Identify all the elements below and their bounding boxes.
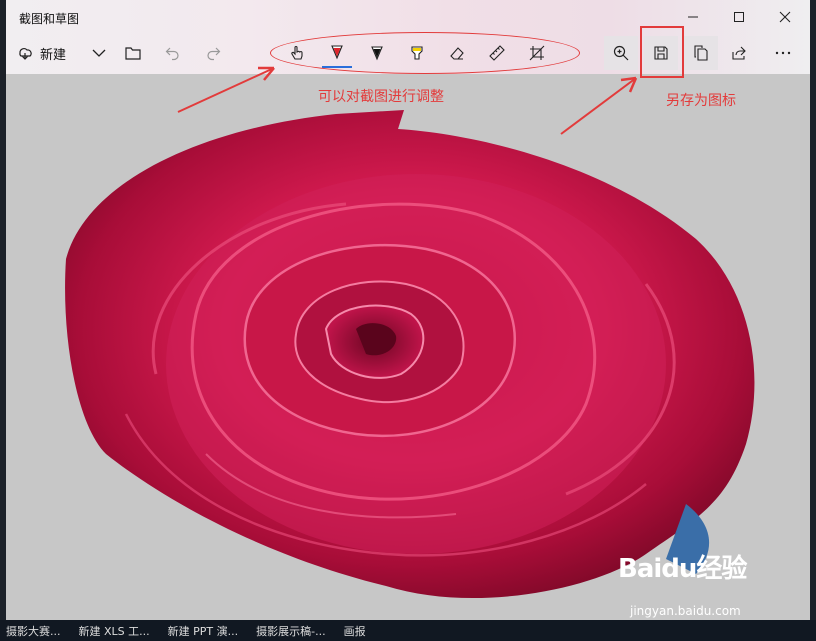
taskbar-item[interactable]: 画报 bbox=[344, 623, 366, 639]
watermark-brand: Baidu经验 bbox=[618, 554, 747, 584]
watermark-url: jingyan.baidu.com bbox=[630, 604, 741, 618]
taskbar-item[interactable]: 摄影展示稿-... bbox=[256, 623, 325, 639]
taskbar: 摄影大赛... 新建 XLS 工... 新建 PPT 演... 摄影展示稿-..… bbox=[0, 620, 816, 641]
save-annotation-text: 另存为图标 bbox=[666, 93, 736, 109]
snip-sketch-window: 截图和草图 新建 可以对截图进行调整 另存为图标 bbox=[6, 0, 810, 620]
annotation-arrows bbox=[177, 66, 638, 135]
taskbar-item[interactable]: 摄影大赛... bbox=[6, 623, 61, 639]
taskbar-item[interactable]: 新建 PPT 演... bbox=[168, 623, 238, 639]
taskbar-item[interactable]: 新建 XLS 工... bbox=[79, 623, 150, 639]
watermark: Baidu经验 jingyan.baidu.com bbox=[618, 548, 747, 618]
tools-annotation-text: 可以对截图进行调整 bbox=[318, 89, 444, 105]
